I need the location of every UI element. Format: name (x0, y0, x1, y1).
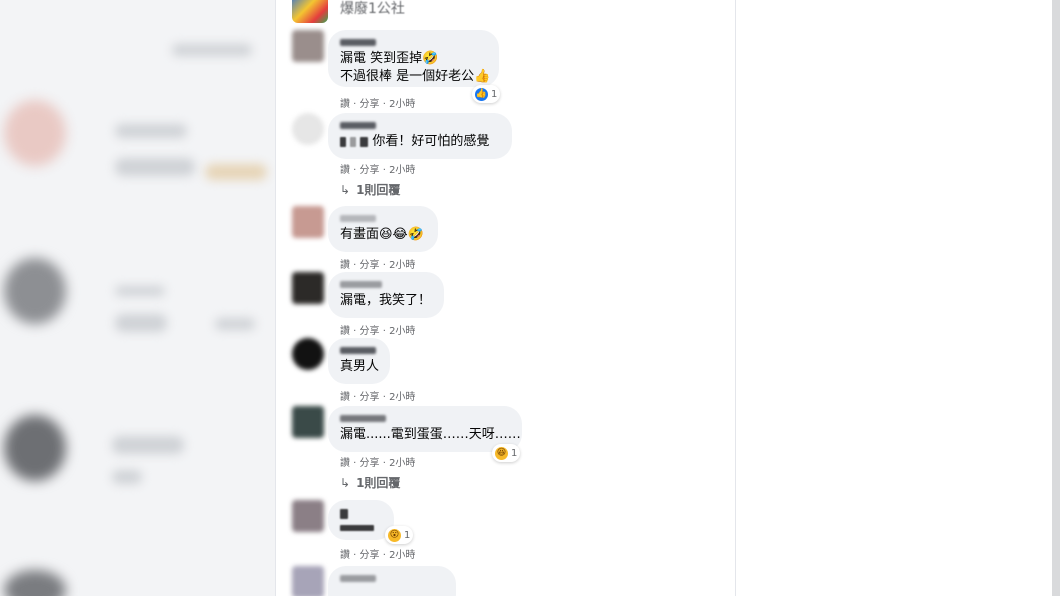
wow-icon: 😮 (388, 528, 401, 542)
comment-text: 有畫面😆😂🤣 (340, 227, 424, 242)
blurred-text (115, 158, 195, 176)
author-name[interactable] (340, 39, 376, 46)
background-edge (1052, 0, 1060, 596)
page-header: 爆廢1公社 (292, 0, 405, 24)
avatar[interactable] (292, 500, 324, 532)
comment-bubble: 漏電......電到蛋蛋……天呀…… (328, 406, 522, 452)
comment-text: 真男人 (340, 359, 380, 374)
comment-actions[interactable]: 讚 · 分享 · 2小時 (340, 388, 415, 403)
page-logo[interactable] (292, 0, 328, 23)
author-name[interactable] (340, 281, 382, 288)
redacted-text (340, 525, 374, 531)
comment-bubble: 漏電，我笑了！ (328, 272, 444, 318)
blurred-text (215, 318, 255, 330)
blurred-background-page (0, 0, 275, 596)
comment-text: 不過很棒 是一個好老公👍 (340, 69, 491, 84)
reaction-summary[interactable]: 😮 1 (385, 526, 414, 544)
view-replies-link[interactable]: ↳ 1則回覆 (340, 181, 400, 198)
avatar[interactable] (292, 272, 324, 304)
redacted-name (340, 136, 346, 147)
comment-bubble: 你看！好可怕的感覺 (328, 113, 512, 159)
avatar[interactable] (292, 30, 324, 62)
reaction-count: 1 (404, 529, 411, 541)
author-name[interactable] (340, 575, 376, 582)
comment-actions[interactable]: 讚 · 分享 · 2小時 (340, 322, 415, 337)
reply-count-label: 1則回覆 (356, 476, 401, 490)
blurred-text (172, 44, 252, 56)
page-name[interactable]: 爆廢1公社 (340, 0, 405, 18)
avatar[interactable] (292, 338, 324, 370)
comment-text: 漏電，我笑了！ (340, 293, 432, 308)
blurred-text (115, 286, 165, 296)
background-right (734, 0, 1060, 596)
avatar[interactable] (292, 113, 324, 145)
reaction-summary[interactable]: 👍 1 (472, 85, 501, 103)
author-name[interactable] (340, 122, 376, 129)
comment-actions[interactable]: 讚 · 分享 · 2小時 (340, 95, 415, 110)
redacted-name (350, 136, 357, 147)
blurred-avatar (4, 415, 66, 481)
comment-actions[interactable]: 讚 · 分享 · 2小時 (340, 161, 415, 176)
blurred-avatar (4, 100, 66, 166)
haha-icon: 😆 (495, 446, 508, 460)
like-icon: 👍 (475, 87, 488, 101)
comment-text-row: 你看！好可怕的感覺 (340, 133, 500, 151)
author-name[interactable] (340, 415, 386, 422)
author-name[interactable] (340, 347, 376, 354)
avatar[interactable] (292, 206, 324, 238)
reaction-summary[interactable]: 😆 1 (492, 444, 521, 462)
redacted-name (360, 136, 369, 147)
comment-actions[interactable]: 讚 · 分享 · 2小時 (340, 454, 415, 469)
comment-bubble: 有畫面😆😂🤣 (328, 206, 438, 252)
blurred-text (115, 314, 167, 332)
comment-bubble: 漏電 笑到歪掉🤣 不過很棒 是一個好老公👍 (328, 30, 499, 87)
comment-text: 漏電 笑到歪掉🤣 (340, 51, 439, 66)
reply-arrow-icon: ↳ (340, 183, 351, 197)
comment-bubble (328, 566, 456, 596)
comment-actions[interactable]: 讚 · 分享 · 2小時 (340, 256, 415, 271)
comment-text: 你看！好可怕的感覺 (372, 134, 490, 149)
blurred-avatar (4, 570, 66, 596)
comment-bubble: 真男人 (328, 338, 390, 384)
blurred-avatar (4, 258, 66, 324)
blurred-text (115, 124, 187, 138)
blurred-text (112, 470, 142, 484)
reaction-count: 1 (511, 447, 518, 459)
avatar[interactable] (292, 566, 324, 596)
reaction-count: 1 (491, 88, 498, 100)
reply-arrow-icon: ↳ (340, 476, 351, 490)
redacted-author (340, 509, 348, 519)
avatar[interactable] (292, 406, 324, 438)
author-name[interactable] (340, 215, 376, 222)
reply-count-label: 1則回覆 (356, 183, 401, 197)
comment-actions[interactable]: 讚 · 分享 · 2小時 (340, 546, 415, 561)
blurred-text (205, 164, 267, 180)
comment-text: 漏電......電到蛋蛋……天呀…… (340, 427, 521, 442)
comments-panel: 爆廢1公社 漏電 笑到歪掉🤣 不過很棒 是一個好老公👍 👍 1 讚 · 分享 ·… (275, 0, 736, 596)
blurred-text (112, 436, 184, 454)
view-replies-link[interactable]: ↳ 1則回覆 (340, 474, 400, 491)
